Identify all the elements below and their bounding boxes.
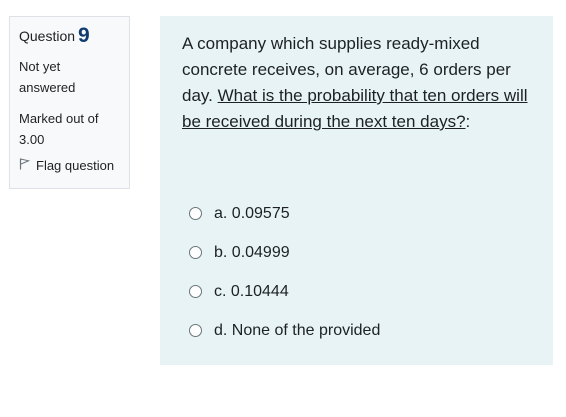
flag-question-button[interactable]: Flag question: [19, 158, 120, 173]
question-content: A company which supplies ready-mixed con…: [160, 16, 553, 365]
answer-option-c[interactable]: c. 0.10444: [189, 272, 535, 311]
question-state: Not yet answered: [19, 59, 76, 95]
question-info-panel: Question 9 Not yet answered Marked out of…: [9, 16, 130, 189]
flag-icon: [19, 158, 36, 173]
question-number: 9: [78, 24, 90, 47]
answer-option-d[interactable]: d. None of the provided: [189, 311, 535, 350]
radio-button-c[interactable]: [189, 285, 202, 298]
question-text-underlined: What is the probability that ten orders …: [182, 86, 528, 131]
question-label: Question: [19, 28, 76, 44]
answer-label-d: d. None of the provided: [214, 321, 381, 339]
radio-button-b[interactable]: [189, 246, 202, 259]
answer-label-a: a. 0.09575: [214, 204, 290, 222]
question-grade: Marked out of 3.00: [19, 111, 99, 147]
answer-list: a. 0.09575 b. 0.04999 c. 0.10444 d. None…: [189, 194, 535, 350]
radio-button-d[interactable]: [189, 324, 202, 337]
answer-option-a[interactable]: a. 0.09575: [189, 194, 535, 233]
question-number-line: Question 9: [19, 24, 120, 47]
radio-button-a[interactable]: [189, 207, 202, 220]
question-text: A company which supplies ready-mixed con…: [182, 31, 535, 135]
flag-question-label: Flag question: [36, 158, 115, 173]
answer-label-c: c. 0.10444: [214, 282, 289, 300]
answer-label-b: b. 0.04999: [214, 243, 290, 261]
question-text-suffix: :: [465, 112, 471, 131]
answer-option-b[interactable]: b. 0.04999: [189, 233, 535, 272]
